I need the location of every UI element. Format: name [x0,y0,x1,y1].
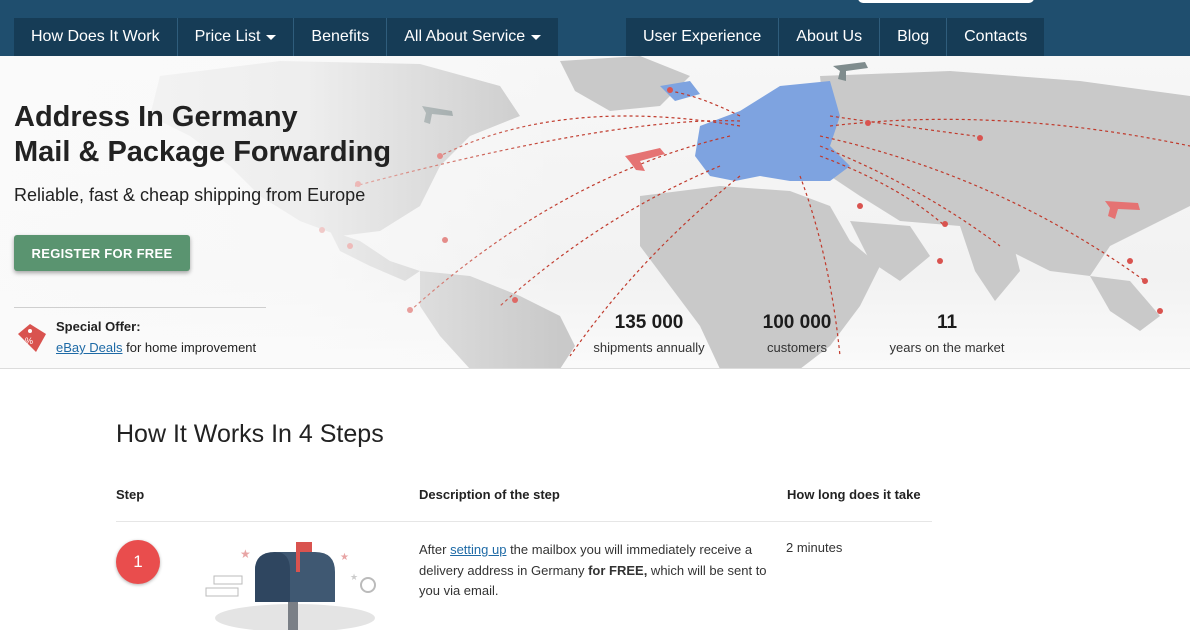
nav-label: All About Service [404,28,526,45]
main-nav-left: How Does It Work Price List Benefits All… [14,18,559,56]
step-number-badge: 1 [116,540,160,584]
stat-customers: 100 000 customers [750,312,844,355]
nav-about-us[interactable]: About Us [779,18,881,56]
svg-text:%: % [25,336,33,346]
steps-section-title: How It Works In 4 Steps [116,420,384,448]
special-offer-text: eBay Deals for home improvement [56,340,256,355]
pin [1127,258,1133,264]
pin [977,135,983,141]
stat-shipments: 135 000 shipments annually [590,312,708,355]
nav-all-about-service[interactable]: All About Service [387,18,559,56]
ebay-deals-link[interactable]: eBay Deals [56,340,122,355]
pin [1157,308,1163,314]
main-nav-right: User Experience About Us Blog Contacts [626,18,1045,56]
column-header-step: Step [116,487,145,502]
pin [942,221,948,227]
pin [857,203,863,209]
window-edge [1190,0,1200,56]
nav-how-does-it-work[interactable]: How Does It Work [14,18,178,56]
desc-before: After [419,542,451,557]
pin [865,120,871,126]
pin [937,258,943,264]
special-offer-label: Special Offer: [56,319,141,334]
india [960,226,1020,301]
stat-label: years on the market [889,340,1005,355]
stat-number: 135 000 [614,312,684,333]
hero-title: Address In Germany Mail & Package Forwar… [14,100,391,170]
nav-user-experience[interactable]: User Experience [626,18,780,56]
column-header-duration: How long does it take [787,487,921,502]
search-box[interactable] [858,0,1034,3]
europe-highlight [695,81,850,181]
pin [1142,278,1148,284]
step-duration: 2 minutes [786,540,843,555]
offer-text-after: for home improvement [122,340,257,355]
nav-contacts[interactable]: Contacts [947,18,1045,56]
hero-title-line1: Address In Germany [14,101,298,133]
stat-number: 100 000 [762,312,832,333]
discount-tag-icon: % [18,324,46,352]
hero-banner: Address In Germany Mail & Package Forwar… [0,56,1190,369]
top-navigation-bar: How Does It Work Price List Benefits All… [0,0,1200,56]
svg-text:★: ★ [240,547,251,561]
table-row-divider [116,521,932,522]
register-button[interactable]: REGISTER FOR FREE [14,235,190,271]
svg-text:★: ★ [350,573,358,583]
svg-text:★: ★ [340,552,349,563]
nav-label: Blog [897,28,930,45]
desc-bold: for FREE, [588,562,648,578]
nav-benefits[interactable]: Benefits [294,18,388,56]
offer-divider [14,307,266,308]
hero-subtitle: Reliable, fast & cheap shipping from Eur… [14,185,366,205]
caret-down-icon [266,34,277,40]
stat-years: 11 years on the market [884,312,1010,355]
nav-label: How Does It Work [31,28,160,45]
nav-label: Benefits [311,28,370,45]
nav-label: About Us [796,28,863,45]
mailbox-icon: ★ ★ ★ [205,542,376,630]
nav-price-list[interactable]: Price List [177,18,295,56]
setting-up-link[interactable]: setting up [450,542,506,557]
nav-label: User Experience [643,28,762,45]
nav-label: Contacts [964,28,1028,45]
pin [667,87,673,93]
stat-label: customers [767,340,827,355]
hero-title-line2: Mail & Package Forwarding [14,136,392,168]
nav-label: Price List [194,28,261,45]
stat-number: 11 [936,312,958,333]
stat-label: shipments annually [593,340,705,355]
step-description: After setting up the mailbox you will im… [419,540,775,602]
column-header-description: Description of the step [419,487,560,502]
caret-down-icon [531,34,542,40]
nav-blog[interactable]: Blog [880,18,948,56]
se-asia [1090,276,1160,331]
greenland [560,56,690,111]
